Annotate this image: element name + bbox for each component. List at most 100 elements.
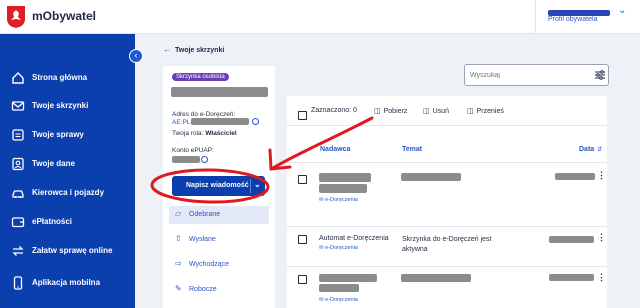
role-value: Właściciel — [205, 130, 237, 137]
sender-redacted — [319, 184, 367, 193]
table-row[interactable]: ✉ e-Doręczenia ⋮ — [287, 266, 607, 308]
car-icon — [12, 190, 24, 198]
app-title[interactable]: mObywatel — [32, 9, 96, 23]
arrow-left-icon: ← — [163, 45, 171, 54]
column-subject-label: Temat — [402, 146, 423, 153]
sidebar: Strona główna Twoje skrzynki Twoje spraw… — [0, 34, 135, 308]
sidebar-item-label: Aplikacja mobilna — [32, 278, 101, 287]
address-label: Adres do e-Doręczeń: — [172, 111, 236, 118]
role-line: Twoja rola: Właściciel — [172, 130, 237, 137]
write-message-button[interactable]: Napisz wiadomość ⌄ — [172, 176, 265, 196]
sidebar-item-label: Kierowca i pojazdy — [32, 188, 105, 197]
sidebar-item-mailboxes[interactable]: Twoje skrzynki — [0, 98, 135, 118]
polish-eagle-logo — [7, 6, 25, 28]
move-button[interactable]: ◫ Przenieś — [467, 107, 504, 115]
address-prefix: AE:PL- — [172, 119, 193, 126]
list-toolbar: Zaznaczono: 0 ◫ Pobierz ◫ Usuń ◫ Przenieś — [287, 96, 607, 126]
mail-icon: ✉ — [319, 245, 324, 251]
arrows-icon — [12, 246, 24, 256]
select-all-checkbox[interactable] — [298, 111, 307, 120]
copy-icon[interactable] — [252, 118, 259, 125]
chevron-down-icon[interactable]: ⌄ — [618, 5, 626, 16]
table-row[interactable]: ✉ e-Doręczenia ⋮ — [287, 162, 607, 216]
folder-label: Wychodzące — [189, 261, 230, 268]
more-options-icon[interactable]: ⋮ — [597, 232, 606, 243]
sidebar-item-data[interactable]: Twoje dane — [0, 156, 135, 176]
message-sender: Automat e-Doręczenia — [319, 235, 389, 242]
sender-redacted — [319, 173, 371, 182]
copy-icon[interactable] — [201, 156, 208, 163]
row-tag: e-Doręczenia — [325, 197, 358, 203]
pencil-icon: ✎ — [175, 284, 182, 293]
mailbox-name-redacted — [171, 87, 268, 97]
epuap-label: Konto ePUAP: — [172, 147, 214, 154]
profile-role: Profil obywatela — [548, 16, 598, 23]
sidebar-item-online[interactable]: Załatw sprawę online — [0, 243, 135, 263]
date-redacted — [549, 274, 594, 281]
delete-label: Usuń — [432, 108, 449, 115]
back-link-label: Twoje skrzynki — [175, 47, 225, 54]
folder-outbox[interactable]: ⇨ Wychodzące — [169, 256, 269, 274]
date-redacted — [549, 236, 594, 243]
selected-count: Zaznaczono: 0 — [311, 107, 357, 114]
inbox-icon: ▱ — [175, 209, 182, 218]
message-subject: Skrzynka do e-Doręczeń jest aktywna — [402, 236, 492, 253]
table-row[interactable]: Automat e-Doręczenia ✉ e-Doręczenia Skrz… — [287, 226, 607, 264]
subject-redacted — [401, 173, 461, 181]
folder-sent[interactable]: ⇧ Wysłane — [169, 231, 269, 249]
column-date-label: Data — [579, 146, 595, 153]
button-divider — [250, 179, 251, 193]
sidebar-item-label: Strona główna — [32, 73, 88, 82]
sidebar-item-label: Twoje skrzynki — [32, 101, 89, 110]
sidebar-item-cases[interactable]: Twoje sprawy — [0, 127, 135, 147]
sidebar-item-label: Twoje dane — [32, 159, 75, 168]
sidebar-item-home[interactable]: Strona główna — [0, 70, 135, 90]
sidebar-item-mobile-app[interactable]: Aplikacja mobilna — [0, 275, 135, 295]
outbox-icon: ⇨ — [175, 259, 182, 268]
move-folder-icon: ◫ — [467, 108, 474, 115]
phone-icon — [13, 276, 23, 290]
folder-label: Robocze — [189, 286, 217, 293]
role-label: Twoja rola: — [172, 130, 204, 137]
profile-menu[interactable]: Profil obywatela ⌄ — [535, 0, 640, 34]
folder-inbox[interactable]: ▱ Odebrane — [169, 206, 269, 224]
row-checkbox[interactable] — [298, 235, 307, 244]
column-sender-label: Nadawca — [320, 146, 351, 153]
wallet-icon — [11, 217, 25, 228]
sidebar-item-vehicles[interactable]: Kierowca i pojazdy — [0, 185, 135, 205]
list-item: ✉ e-Doręczenia — [319, 297, 358, 303]
more-options-icon[interactable]: ⋮ — [597, 170, 606, 181]
move-label: Przenieś — [476, 108, 504, 115]
folder-drafts[interactable]: ✎ Robocze — [169, 281, 269, 299]
sort-icon: ⇵ — [597, 147, 603, 153]
column-subject[interactable]: Temat — [402, 146, 422, 153]
home-icon — [12, 72, 24, 84]
sidebar-item-label: Załatw sprawę online — [32, 246, 113, 255]
column-date[interactable]: Data ⇵ — [579, 146, 602, 153]
subject-redacted — [401, 274, 471, 282]
download-icon: ◫ — [374, 108, 381, 115]
delete-button[interactable]: ◫ Usuń — [423, 107, 449, 115]
chevron-down-icon[interactable]: ⌄ — [254, 180, 261, 189]
search-box — [464, 64, 609, 86]
row-checkbox[interactable] — [298, 175, 307, 184]
write-message-label: Napisz wiadomość — [186, 182, 249, 189]
sidebar-collapse-button[interactable]: ‹ — [129, 49, 143, 63]
trash-icon: ◫ — [423, 108, 430, 115]
mail-icon: ✉ — [319, 197, 324, 203]
column-sender[interactable]: Nadawca — [320, 146, 350, 153]
folder-label: Wysłane — [189, 236, 216, 243]
top-bar: mObywatel Profil obywatela ⌄ — [0, 0, 640, 34]
chevron-left-icon: ‹ — [134, 50, 138, 60]
row-checkbox[interactable] — [298, 275, 307, 284]
sliders-icon[interactable] — [594, 69, 606, 81]
search-input[interactable] — [470, 69, 580, 82]
download-label: Pobierz — [383, 108, 408, 115]
sidebar-item-payments[interactable]: ePłatności — [0, 214, 135, 234]
mail-icon: ✉ — [319, 297, 324, 303]
download-button[interactable]: ◫ Pobierz — [374, 107, 407, 115]
sender-redacted — [319, 274, 377, 282]
date-redacted — [555, 173, 595, 180]
back-link[interactable]: ← Twoje skrzynki — [163, 45, 224, 54]
more-options-icon[interactable]: ⋮ — [597, 272, 606, 283]
